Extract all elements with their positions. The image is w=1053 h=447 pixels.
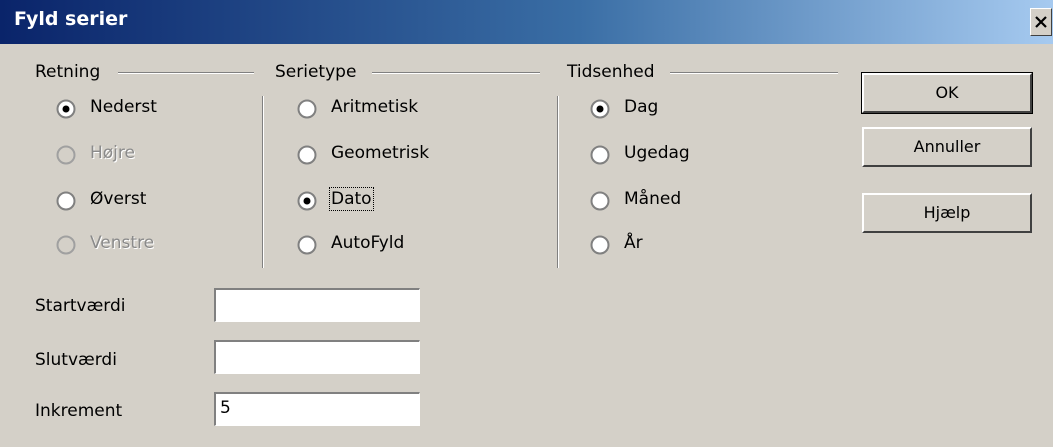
vertical-separator: [557, 96, 559, 268]
close-icon: [1035, 16, 1047, 28]
radio-unselected-icon: [590, 235, 610, 255]
radio-unselected-icon: [56, 191, 76, 211]
ok-button[interactable]: OK: [861, 72, 1033, 114]
cancel-button[interactable]: Annuller: [862, 127, 1032, 167]
radio-label: Øverst: [90, 189, 147, 209]
radio-label: Dag: [624, 97, 659, 117]
radio-label: Måned: [624, 189, 682, 209]
direction-heading: Retning: [35, 62, 107, 82]
time-unit-divider: [670, 72, 838, 74]
radio-unselected-icon: [297, 235, 317, 255]
end-value-label: Slutværdi: [35, 350, 117, 370]
radio-unselected-icon: [297, 99, 317, 119]
end-value-input[interactable]: [214, 340, 420, 374]
radio-selected-icon: [297, 191, 317, 211]
time-unit-heading: Tidsenhed: [567, 62, 661, 82]
radio-disabled-icon: [56, 145, 76, 165]
radio-label: AutoFyld: [331, 233, 405, 253]
series-type-divider: [372, 72, 540, 74]
close-button[interactable]: [1030, 8, 1052, 36]
radio-label: Ugedag: [624, 143, 690, 163]
radio-unselected-icon: [590, 145, 610, 165]
series-type-heading: Serietype: [275, 62, 363, 82]
increment-input[interactable]: 5: [214, 392, 420, 426]
radio-label: Nederst: [90, 97, 157, 117]
fill-series-dialog: Fyld serier Retning Nederst Højre Øverst…: [0, 0, 1053, 447]
radio-selected-icon: [590, 99, 610, 119]
help-button[interactable]: Hjælp: [862, 193, 1032, 233]
radio-unselected-icon: [590, 191, 610, 211]
window-title: Fyld serier: [14, 8, 128, 30]
title-bar[interactable]: Fyld serier: [0, 0, 1053, 44]
radio-label: Geometrisk: [331, 143, 430, 163]
radio-disabled-icon: [56, 235, 76, 255]
radio-unselected-icon: [297, 145, 317, 165]
radio-label: Venstre: [90, 233, 155, 253]
increment-label: Inkrement: [35, 401, 123, 421]
start-value-input[interactable]: [214, 288, 420, 322]
vertical-separator: [262, 96, 264, 268]
direction-divider: [118, 72, 254, 74]
radio-label: Aritmetisk: [331, 97, 419, 117]
radio-selected-icon: [56, 99, 76, 119]
radio-label: Højre: [90, 143, 135, 163]
radio-label: År: [624, 233, 643, 253]
radio-label: Dato: [329, 187, 374, 211]
start-value-label: Startværdi: [35, 296, 126, 316]
